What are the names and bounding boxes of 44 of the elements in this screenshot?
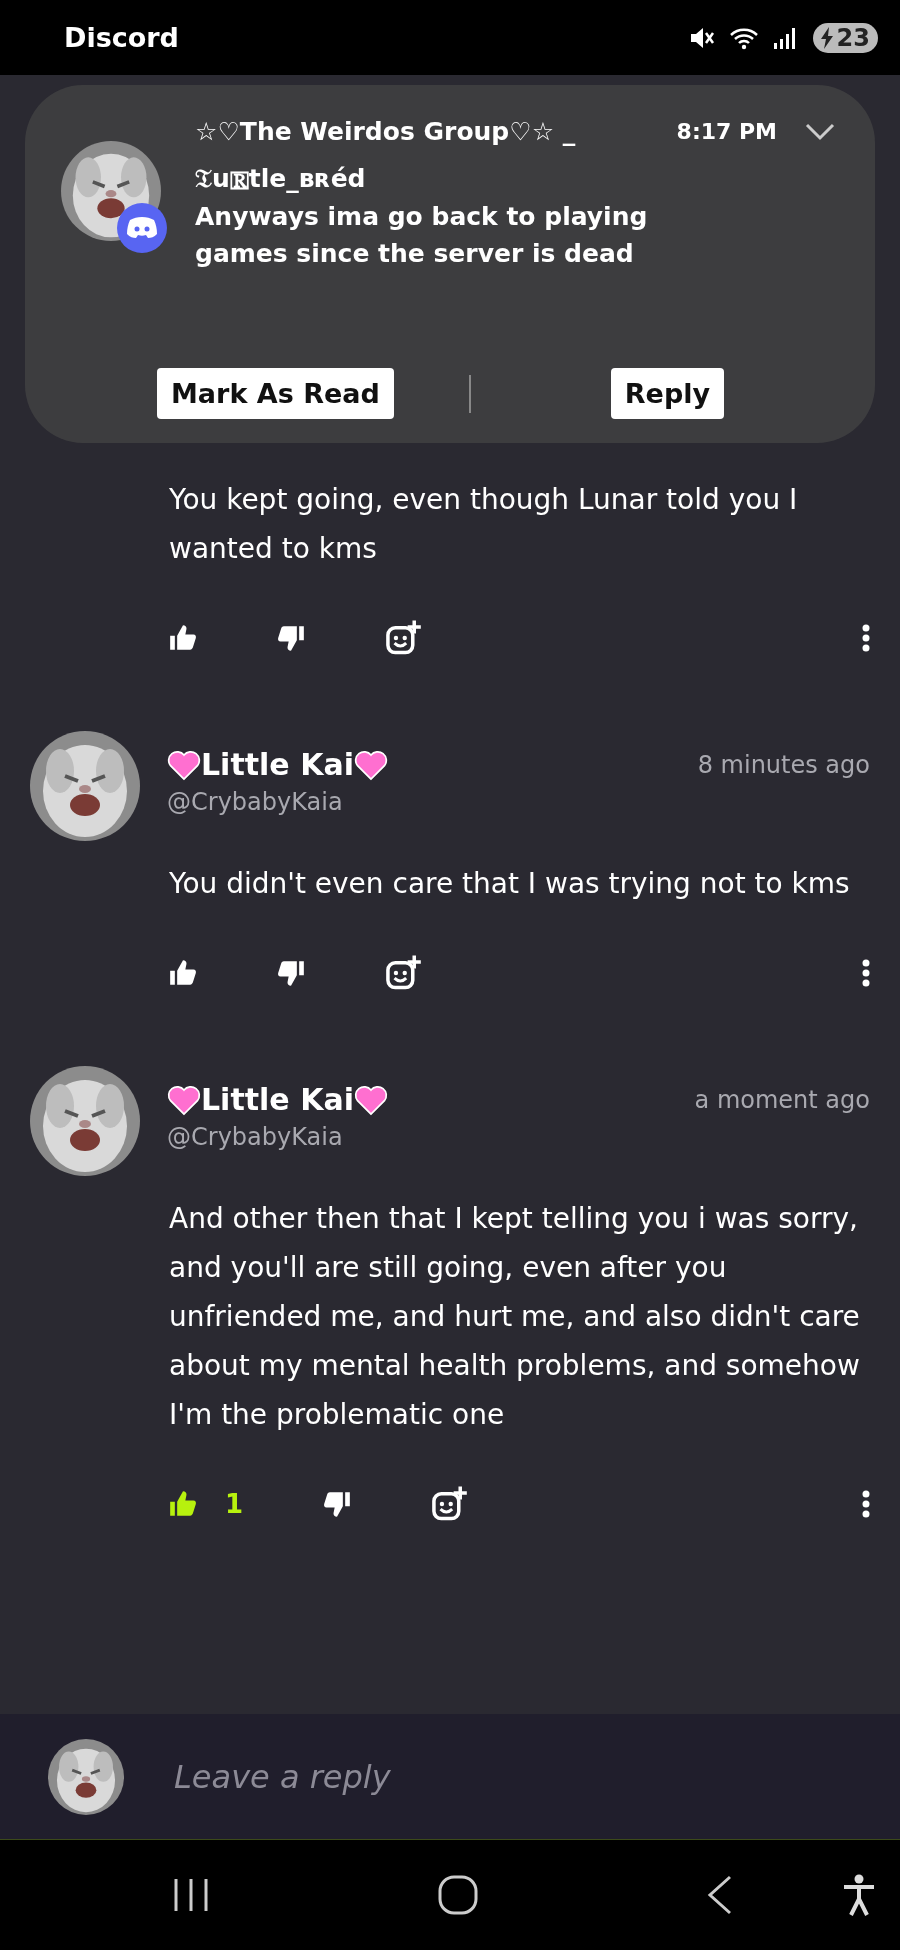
group-name: ☆♡The Weirdos Group♡☆ _ bbox=[195, 117, 577, 146]
more-button[interactable] bbox=[862, 1490, 870, 1518]
reaction-button[interactable] bbox=[385, 954, 423, 992]
sender-name: 𝔗u🅁tle_ʙʀéd bbox=[195, 164, 367, 194]
more-button[interactable] bbox=[862, 959, 870, 987]
timestamp: 8 minutes ago bbox=[697, 750, 870, 779]
accessibility-icon[interactable] bbox=[842, 1874, 876, 1916]
user-name: Little Kai bbox=[201, 1082, 354, 1117]
back-icon[interactable] bbox=[706, 1875, 732, 1915]
like-button[interactable] bbox=[169, 959, 197, 987]
thumbs-up-icon bbox=[169, 959, 197, 987]
thumbs-up-icon bbox=[169, 1490, 197, 1518]
user-handle: @CrybabyKaia bbox=[167, 1123, 344, 1151]
notification-time: 8:17 PM bbox=[676, 119, 777, 144]
app-name: Discord bbox=[64, 22, 179, 53]
heart-icon bbox=[353, 748, 388, 781]
heart-icon bbox=[353, 1083, 388, 1116]
heart-icon bbox=[167, 748, 201, 781]
like-button[interactable] bbox=[169, 624, 197, 652]
dislike-button[interactable] bbox=[323, 1490, 352, 1518]
dislike-button[interactable] bbox=[277, 624, 305, 652]
thumbs-up-icon bbox=[169, 624, 197, 652]
timestamp: a moment ago bbox=[694, 1085, 870, 1114]
comment-text: You kept going, even though Lunar told you I wanted to kms bbox=[169, 482, 799, 567]
more-button[interactable] bbox=[862, 624, 870, 652]
notification-action-button[interactable]: Reply bbox=[610, 368, 725, 419]
like-button[interactable]: 1 bbox=[169, 1489, 244, 1519]
reaction-button[interactable] bbox=[431, 1485, 470, 1523]
notification-card[interactable]: ☆♡The Weirdos Group♡☆ _ 8:17 PM 𝔗u🅁tle_ʙʀéd Anyways ima go back to playing games since the server is dead Mark As Read Reply bbox=[25, 85, 875, 443]
recent-apps-icon[interactable] bbox=[172, 1877, 210, 1913]
notification-action-button[interactable]: Mark As Read bbox=[157, 368, 394, 419]
battery-indicator: 23 bbox=[812, 22, 878, 53]
home-icon[interactable] bbox=[438, 1875, 478, 1915]
user-handle: @CrybabyKaia bbox=[167, 788, 344, 816]
expand-icon[interactable] bbox=[805, 122, 835, 141]
heart-icon bbox=[167, 1083, 201, 1116]
chat-app-icon bbox=[117, 203, 167, 253]
reaction-button[interactable] bbox=[385, 619, 423, 657]
comment-text: You didn't even care that I was trying not to kms bbox=[169, 866, 851, 902]
mute-icon bbox=[688, 25, 715, 50]
dislike-button[interactable] bbox=[277, 959, 305, 987]
user-name: Little Kai bbox=[201, 747, 354, 782]
comment-text: And other then that I kept telling you i was sorry, and you'll are still going, even after you unfriended me, and hurt me, and also didn't care about my mental health problems, and somehow I'm the problematic one bbox=[169, 1201, 861, 1433]
notification-message: Anyways ima go back to playing games since the server is dead bbox=[195, 201, 649, 270]
